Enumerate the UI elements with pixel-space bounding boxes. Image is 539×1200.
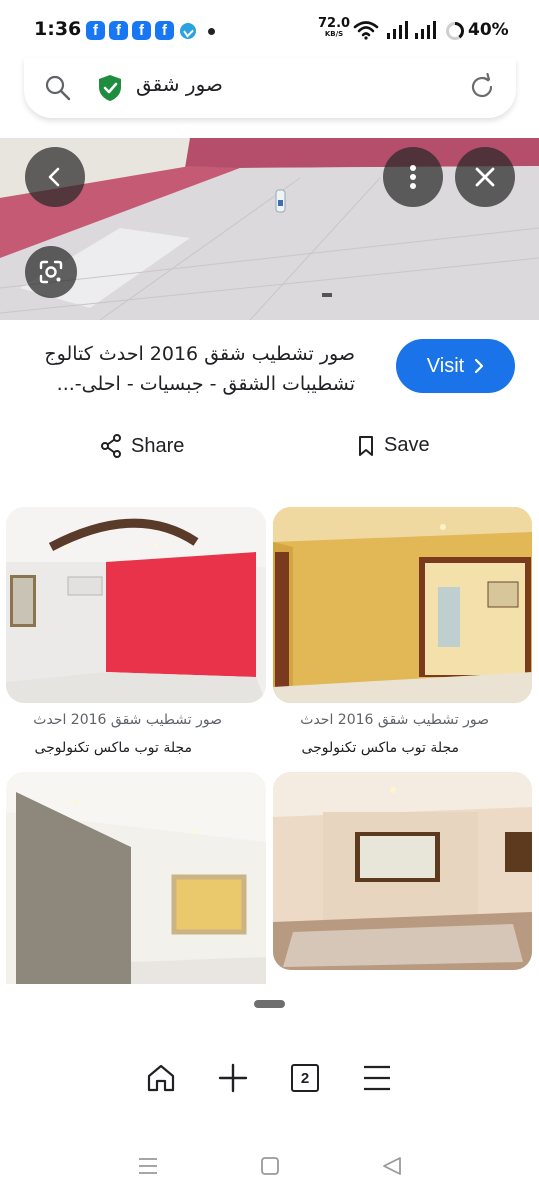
facebook-icon: f: [109, 21, 128, 40]
room-photo: [6, 507, 266, 703]
network-speed-value: 72.0: [318, 16, 351, 31]
back-nav-icon[interactable]: [381, 1155, 403, 1177]
drag-handle[interactable]: [254, 1000, 285, 1008]
result-title-line2[interactable]: تشطيبات الشقق - جبسيات - احلى-...: [57, 373, 355, 395]
related-image[interactable]: [273, 507, 532, 703]
new-tab-button[interactable]: [215, 1060, 251, 1096]
chevron-left-icon: [48, 167, 60, 187]
recents-nav-icon[interactable]: [137, 1155, 159, 1177]
reload-icon[interactable]: [468, 73, 496, 101]
related-source[interactable]: مجلة توب ماكس تكنولوجى: [301, 740, 459, 756]
dot-icon: [208, 28, 215, 35]
related-image[interactable]: [6, 772, 266, 984]
related-image[interactable]: [273, 772, 532, 970]
room-photo: [273, 772, 532, 970]
share-icon: [101, 434, 121, 458]
share-button[interactable]: Share: [100, 434, 184, 458]
related-caption[interactable]: صور تشطيب شقق 2016 احدث: [33, 712, 222, 728]
battery-icon: [446, 21, 464, 40]
google-lens-icon: [39, 260, 63, 284]
status-time: 1:36: [34, 18, 82, 40]
lens-button[interactable]: [25, 246, 77, 298]
more-vertical-icon: [410, 165, 416, 189]
tab-count: 2: [300, 1069, 310, 1087]
facebook-icon: f: [132, 21, 151, 40]
facebook-icon: f: [86, 21, 105, 40]
close-button[interactable]: [455, 147, 515, 207]
save-label: Save: [384, 434, 430, 456]
menu-icon: [364, 1065, 390, 1091]
menu-button[interactable]: [359, 1060, 395, 1096]
visit-label: Visit: [426, 354, 465, 377]
shield-check-icon: [99, 75, 121, 101]
room-photo: [273, 507, 532, 703]
notification-icons: f f f f: [86, 21, 215, 40]
related-source[interactable]: مجلة توب ماكس تكنولوجى: [34, 740, 192, 756]
facebook-icon: f: [155, 21, 174, 40]
close-icon: [475, 167, 495, 187]
signal-icon: [387, 21, 408, 39]
signal-icon: [415, 21, 436, 39]
bookmark-icon: [359, 435, 373, 456]
battery-percent: 40%: [468, 20, 509, 40]
search-query[interactable]: صور شقق: [136, 72, 223, 96]
back-button[interactable]: [25, 147, 85, 207]
home-nav-icon[interactable]: [260, 1155, 280, 1177]
tabs-button[interactable]: 2: [287, 1060, 323, 1096]
related-image[interactable]: [6, 507, 266, 703]
home-button[interactable]: [143, 1060, 179, 1096]
search-bar[interactable]: صور شقق: [24, 58, 516, 118]
room-photo: [6, 772, 266, 984]
tabs-icon: 2: [291, 1064, 319, 1092]
more-options-button[interactable]: [383, 147, 443, 207]
result-image[interactable]: [0, 138, 539, 320]
related-caption[interactable]: صور تشطيب شقق 2016 احدث: [300, 712, 489, 728]
search-icon[interactable]: [44, 74, 72, 102]
chevron-right-icon: [475, 358, 484, 374]
network-speed: 72.0 KB/S: [318, 16, 351, 39]
share-label: Share: [131, 434, 185, 457]
status-bar: 1:36 f f f f 72.0 KB/S 40%: [0, 0, 539, 62]
plus-icon: [218, 1063, 248, 1093]
save-button[interactable]: Save: [357, 434, 430, 457]
result-title-line1[interactable]: صور تشطيب شقق 2016 احدث كتالوج: [44, 343, 355, 365]
wifi-icon: [353, 21, 379, 40]
visit-button[interactable]: Visit: [396, 339, 515, 393]
telegram-icon: [180, 23, 196, 39]
home-icon: [147, 1064, 175, 1092]
